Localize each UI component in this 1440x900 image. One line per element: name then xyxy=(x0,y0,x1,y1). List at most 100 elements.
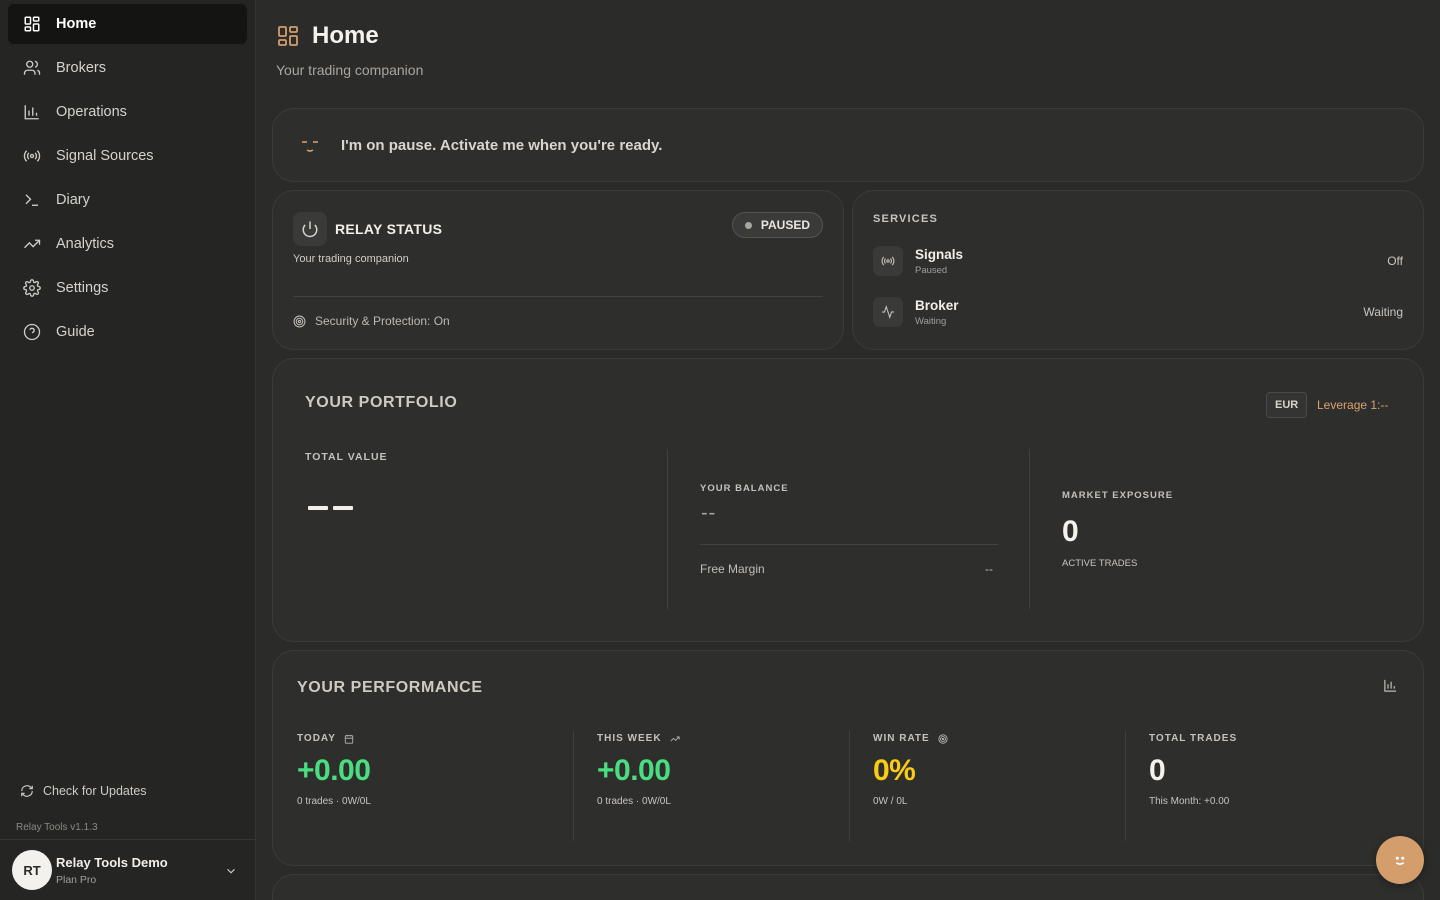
user-name: Relay Tools Demo xyxy=(56,854,168,870)
service-row-signals[interactable]: Signals Paused Off xyxy=(873,245,1403,277)
relay-status-subtitle: Your trading companion xyxy=(293,253,409,265)
gear-icon xyxy=(23,279,41,297)
sidebar-item-label: Diary xyxy=(56,192,90,208)
trending-up-icon xyxy=(23,235,41,253)
balance-label: YOUR BALANCE xyxy=(700,483,789,494)
stat-subtext: 0 trades · 0W/0L xyxy=(297,796,371,807)
grid-icon xyxy=(278,26,298,46)
sidebar-item-brokers[interactable]: Brokers xyxy=(8,48,247,88)
market-exposure-label: MARKET EXPOSURE xyxy=(1062,490,1174,501)
power-button[interactable] xyxy=(293,212,327,246)
status-badge: PAUSED xyxy=(731,212,823,238)
sidebar: Home Brokers Operations Signal Sources D… xyxy=(0,0,256,900)
user-menu[interactable]: RT Relay Tools Demo Plan Pro xyxy=(0,839,255,900)
service-substatus: Waiting xyxy=(915,315,947,327)
stat-label: TODAY xyxy=(297,733,336,744)
refresh-icon xyxy=(21,785,33,797)
security-status: Security & Protection: On xyxy=(293,314,450,328)
help-circle-icon xyxy=(23,323,41,341)
sidebar-item-guide[interactable]: Guide xyxy=(8,312,247,352)
performance-title: YOUR PERFORMANCE xyxy=(297,679,483,696)
check-updates-button[interactable]: Check for Updates xyxy=(20,784,147,798)
sidebar-item-settings[interactable]: Settings xyxy=(8,268,247,308)
check-updates-label: Check for Updates xyxy=(43,784,147,798)
stat-value: +0.00 xyxy=(597,754,671,787)
stat-value: 0 xyxy=(1149,754,1166,787)
sidebar-item-label: Home xyxy=(56,16,97,32)
relay-status-title: RELAY STATUS xyxy=(335,221,443,237)
service-substatus: Paused xyxy=(915,264,948,276)
sidebar-item-label: Signal Sources xyxy=(56,148,154,164)
stat-win-rate: WIN RATE 0% 0W / 0L xyxy=(873,733,948,807)
radio-icon xyxy=(873,246,903,276)
grid-icon xyxy=(23,15,41,33)
sidebar-item-label: Guide xyxy=(56,324,95,340)
stat-subtext: This Month: +0.00 xyxy=(1149,796,1230,807)
stat-this-week: THIS WEEK +0.00 0 trades · 0W/0L xyxy=(597,733,680,807)
activity-icon xyxy=(873,297,903,327)
banner-message: I'm on pause. Activate me when you're re… xyxy=(341,136,663,154)
divider xyxy=(667,449,668,609)
currency-badge[interactable]: EUR xyxy=(1266,392,1308,418)
sidebar-item-operations[interactable]: Operations xyxy=(8,92,247,132)
stat-label: THIS WEEK xyxy=(597,733,662,744)
avatar: RT xyxy=(12,850,52,890)
divider xyxy=(849,731,850,841)
sidebar-item-label: Operations xyxy=(56,104,127,120)
portfolio-card: YOUR PORTFOLIO EUR Leverage 1:-- TOTAL V… xyxy=(272,358,1424,642)
page-title: Home xyxy=(312,22,379,49)
sidebar-item-label: Brokers xyxy=(56,60,106,76)
stat-subtext: 0W / 0L xyxy=(873,796,908,807)
security-label: Security & Protection: On xyxy=(315,314,450,328)
target-icon xyxy=(293,315,306,327)
terminal-icon xyxy=(23,191,41,209)
user-plan: Plan Pro xyxy=(56,873,97,886)
market-exposure-value: 0 xyxy=(1062,515,1079,548)
chevron-down-icon[interactable] xyxy=(224,864,238,878)
service-row-broker[interactable]: Broker Waiting Waiting xyxy=(873,296,1403,328)
service-name: Signals xyxy=(915,246,964,262)
balance-value: -- xyxy=(701,502,717,524)
page-header: Home xyxy=(276,22,379,50)
sidebar-item-diary[interactable]: Diary xyxy=(8,180,247,220)
smile-icon xyxy=(1395,856,1405,865)
bar-chart-icon[interactable] xyxy=(1383,678,1398,693)
sleepy-face-icon xyxy=(302,141,318,152)
next-card xyxy=(272,874,1424,900)
stat-today: TODAY +0.00 0 trades · 0W/0L xyxy=(297,733,371,807)
power-icon xyxy=(302,221,318,238)
app-version: Relay Tools v1.1.3 xyxy=(16,822,98,833)
sidebar-item-analytics[interactable]: Analytics xyxy=(8,224,247,264)
assistant-button[interactable] xyxy=(1376,836,1424,884)
stat-value: +0.00 xyxy=(297,754,371,787)
service-status: Waiting xyxy=(1363,305,1403,319)
page-subtitle: Your trading companion xyxy=(276,62,424,78)
performance-card: YOUR PERFORMANCE TODAY +0.00 0 trades · … xyxy=(272,650,1424,866)
service-name: Broker xyxy=(915,297,959,313)
target-icon xyxy=(938,733,948,744)
stat-total-trades: TOTAL TRADES 0 This Month: +0.00 xyxy=(1149,733,1237,807)
relay-status-card: RELAY STATUS Your trading companion PAUS… xyxy=(272,190,844,350)
services-title: SERVICES xyxy=(873,213,939,225)
services-card: SERVICES Signals Paused Off Broker Waiti… xyxy=(852,190,1424,350)
divider xyxy=(1125,731,1126,841)
leverage-label: Leverage 1:-- xyxy=(1317,398,1389,412)
free-margin-label: Free Margin xyxy=(700,562,765,576)
radio-icon xyxy=(23,147,41,165)
sidebar-item-label: Settings xyxy=(56,280,109,296)
sidebar-item-home[interactable]: Home xyxy=(8,4,247,44)
status-badge-label: PAUSED xyxy=(760,218,810,232)
divider xyxy=(293,296,823,297)
divider xyxy=(573,731,574,841)
users-icon xyxy=(23,59,41,77)
divider xyxy=(700,544,998,545)
sidebar-item-signal-sources[interactable]: Signal Sources xyxy=(8,136,247,176)
stat-label: TOTAL TRADES xyxy=(1149,733,1238,744)
divider xyxy=(1029,449,1030,609)
sidebar-item-label: Analytics xyxy=(56,236,115,252)
stat-value: 0% xyxy=(873,754,916,787)
bar-chart-icon xyxy=(23,103,41,121)
total-value-placeholder xyxy=(308,497,358,515)
stat-label: WIN RATE xyxy=(873,733,930,744)
status-banner: I'm on pause. Activate me when you're re… xyxy=(272,108,1424,182)
